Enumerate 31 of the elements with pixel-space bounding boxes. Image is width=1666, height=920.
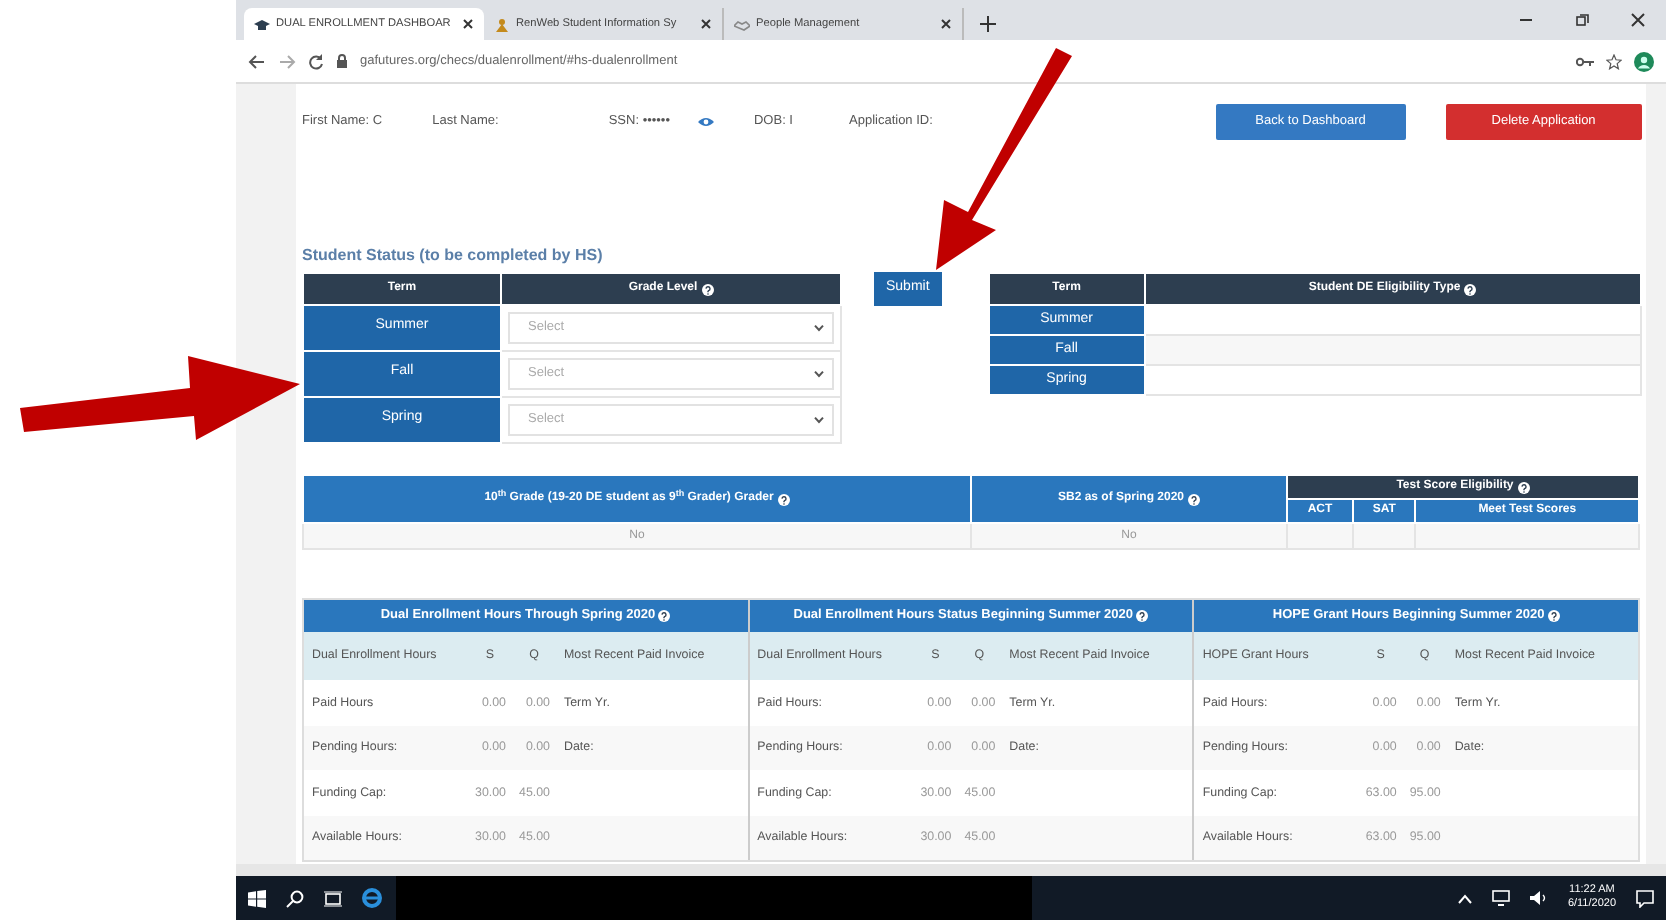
volume-icon[interactable] [1529, 890, 1548, 906]
star-icon[interactable] [1606, 53, 1622, 69]
close-icon[interactable] [700, 18, 712, 30]
chevron-icon [814, 416, 824, 424]
lock-icon [336, 54, 348, 68]
reload-icon[interactable] [308, 53, 324, 69]
help-icon [1547, 610, 1560, 622]
scrollbar[interactable] [236, 864, 1666, 876]
help-icon [658, 610, 671, 622]
close-icon[interactable] [1630, 12, 1646, 28]
new-tab-icon[interactable] [980, 16, 996, 32]
caret-icon[interactable] [1457, 893, 1472, 903]
avatar-icon[interactable] [1634, 51, 1654, 71]
search-icon[interactable] [286, 889, 304, 907]
network-icon[interactable] [1491, 890, 1510, 906]
browser-icon[interactable] [362, 888, 382, 908]
close-icon[interactable] [462, 18, 474, 30]
restore-icon[interactable] [1574, 12, 1590, 28]
task-view-icon[interactable] [324, 889, 342, 907]
eye-icon[interactable] [697, 116, 714, 128]
cap-icon [254, 17, 270, 31]
section-title: Student Status (to be completed by HS) [302, 244, 605, 268]
key-icon[interactable] [1576, 55, 1594, 67]
person-icon [494, 17, 510, 31]
chevron-icon [814, 370, 824, 378]
help-icon [1136, 610, 1149, 622]
close-icon[interactable] [940, 18, 952, 30]
chevron-icon [814, 324, 824, 332]
windows-icon[interactable] [248, 889, 266, 907]
back-icon[interactable] [248, 53, 266, 69]
notification-icon[interactable] [1636, 889, 1654, 907]
